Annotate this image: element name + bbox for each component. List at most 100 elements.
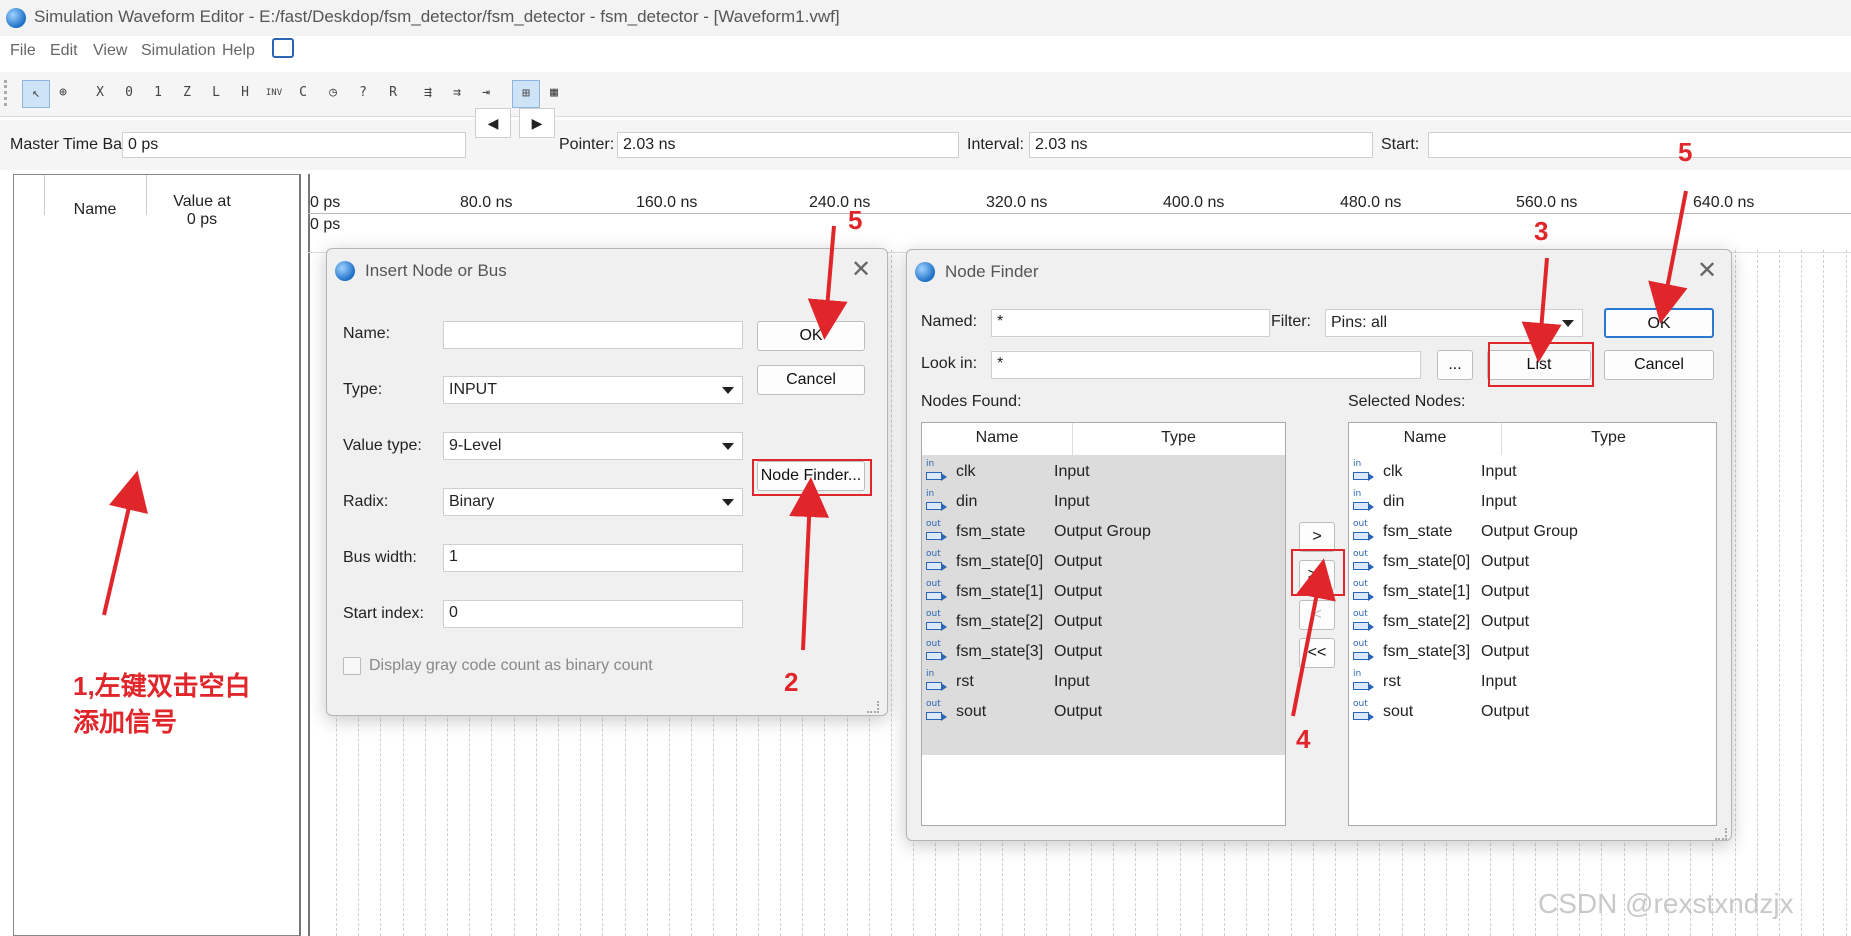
cancel-button[interactable]: Cancel [1604, 350, 1714, 380]
toolbar-grip[interactable] [4, 80, 13, 106]
node-name: fsm_state[1] [1383, 583, 1471, 600]
node-row[interactable]: out fsm_state[3] Output [1349, 637, 1716, 667]
invert-icon[interactable]: INV [261, 80, 287, 106]
grid-line [1735, 250, 1736, 936]
node-type: Output [1054, 613, 1103, 630]
remove-all-button[interactable]: << [1299, 638, 1335, 668]
node-name: clk [1383, 463, 1403, 480]
type-column-header[interactable]: Type [1501, 423, 1716, 455]
type-column-header[interactable]: Type [1072, 423, 1285, 455]
nodes-found-list[interactable]: Name Type in clk Input in din Input out fsm_sta… [921, 422, 1286, 826]
name-input[interactable] [443, 321, 743, 349]
node-row[interactable]: out fsm_state[0] Output [922, 547, 1285, 577]
interval-label: Interval: [967, 136, 1024, 153]
grid-line [1757, 250, 1758, 936]
time-ruler: 0 ps 80.0 ns 160.0 ns 240.0 ns 320.0 ns … [308, 174, 1851, 212]
feedback-icon[interactable] [272, 38, 294, 58]
browse-button[interactable]: ... [1437, 350, 1473, 380]
time-bar-icon[interactable]: ⊞ [512, 80, 540, 108]
value-type-label: Value type: [343, 437, 422, 454]
forcing-unknown-icon[interactable]: X [87, 80, 113, 106]
ok-button[interactable]: OK [757, 321, 865, 351]
node-row[interactable]: out fsm_state Output Group [1349, 517, 1716, 547]
interval-field[interactable]: 2.03 ns [1029, 132, 1373, 158]
remove-selected-button[interactable]: < [1299, 600, 1335, 630]
ruler-tick: 480.0 ns [1340, 194, 1402, 211]
menu-edit[interactable]: Edit [50, 42, 78, 60]
value-column-header[interactable]: Value at 0 ps [148, 193, 256, 229]
ruler-tick: 320.0 ns [986, 194, 1048, 211]
name-column-header[interactable]: Name [922, 423, 1073, 455]
name-column-header[interactable]: Name [1349, 423, 1502, 455]
node-type: Output [1054, 643, 1103, 660]
close-icon[interactable]: ✕ [846, 255, 876, 285]
grid-icon[interactable]: ▦ [541, 80, 567, 106]
arbitrary-value-icon[interactable]: R [380, 80, 406, 106]
resize-grip[interactable] [867, 701, 879, 713]
gray-code-checkbox[interactable] [343, 657, 361, 675]
bus-width-input[interactable]: 1 [443, 544, 743, 572]
ungroup-icon[interactable]: ⇥ [473, 80, 499, 106]
cancel-button[interactable]: Cancel [757, 365, 865, 395]
forcing-high-icon[interactable]: 1 [145, 80, 171, 106]
node-row[interactable]: out fsm_state[1] Output [922, 577, 1285, 607]
node-row[interactable]: out fsm_state[2] Output [922, 607, 1285, 637]
name-column-header[interactable]: Name [44, 201, 146, 219]
signal-list-panel[interactable]: Name Value at 0 ps [13, 174, 301, 936]
node-row[interactable]: out sout Output [922, 697, 1285, 727]
master-time-bar-field[interactable]: 0 ps [122, 132, 466, 158]
node-row[interactable]: out fsm_state[2] Output [1349, 607, 1716, 637]
node-name: fsm_state[2] [956, 613, 1044, 630]
node-type: Input [1054, 463, 1090, 480]
resize-grip[interactable] [1715, 828, 1727, 840]
node-row[interactable]: out sout Output [1349, 697, 1716, 727]
output-pin-icon: out [926, 520, 948, 544]
next-transition-button[interactable]: ▶ [519, 108, 555, 138]
weak-low-icon[interactable]: L [203, 80, 229, 106]
menu-help[interactable]: Help [222, 42, 255, 60]
menu-simulation[interactable]: Simulation [141, 42, 216, 60]
select-icon[interactable]: ↖ [22, 80, 50, 108]
node-row[interactable]: in clk Input [922, 457, 1285, 487]
menu-file[interactable]: File [10, 42, 36, 60]
selected-nodes-list[interactable]: Name Type in clk Input in din Input out fsm_sta… [1348, 422, 1717, 826]
look-in-input[interactable]: * [991, 351, 1421, 379]
node-row[interactable]: out fsm_state Output Group [922, 517, 1285, 547]
node-row[interactable]: in din Input [922, 487, 1285, 517]
start-index-input[interactable]: 0 [443, 600, 743, 628]
add-selected-button[interactable]: > [1299, 522, 1335, 552]
node-row[interactable]: in rst Input [1349, 667, 1716, 697]
pointer-field[interactable]: 2.03 ns [617, 132, 959, 158]
node-row[interactable]: in clk Input [1349, 457, 1716, 487]
menu-view[interactable]: View [93, 42, 127, 60]
node-row[interactable]: out fsm_state[0] Output [1349, 547, 1716, 577]
output-pin-icon: out [1353, 700, 1375, 724]
forcing-low-icon[interactable]: 0 [116, 80, 142, 106]
group-icon[interactable]: ⇉ [444, 80, 470, 106]
count-value-icon[interactable]: C [290, 80, 316, 106]
value-type-select[interactable]: 9-Level [443, 432, 743, 460]
start-field[interactable] [1428, 132, 1851, 158]
grid-line [1801, 250, 1802, 936]
ruler-tick: 560.0 ns [1516, 194, 1578, 211]
weak-high-icon[interactable]: H [232, 80, 258, 106]
prev-transition-button[interactable]: ◀ [475, 108, 511, 138]
node-row[interactable]: in din Input [1349, 487, 1716, 517]
node-row[interactable]: in rst Input [922, 667, 1285, 697]
clock-icon[interactable]: ◷ [320, 80, 346, 106]
zoom-icon[interactable]: ⊕ [50, 80, 76, 106]
snap-icon[interactable]: ⇶ [415, 80, 441, 106]
node-row[interactable]: out fsm_state[1] Output [1349, 577, 1716, 607]
named-input[interactable]: * [991, 309, 1270, 337]
filter-select[interactable]: Pins: all [1325, 309, 1583, 337]
close-icon[interactable]: ✕ [1692, 256, 1722, 286]
random-value-icon[interactable]: ? [350, 80, 376, 106]
bus-width-label: Bus width: [343, 549, 417, 566]
node-name: rst [1383, 673, 1401, 690]
ok-button[interactable]: OK [1604, 308, 1714, 338]
high-impedance-icon[interactable]: Z [174, 80, 200, 106]
node-row[interactable]: out fsm_state[3] Output [922, 637, 1285, 667]
type-select[interactable]: INPUT [443, 376, 743, 404]
radix-select[interactable]: Binary [443, 488, 743, 516]
node-name: din [1383, 493, 1405, 510]
